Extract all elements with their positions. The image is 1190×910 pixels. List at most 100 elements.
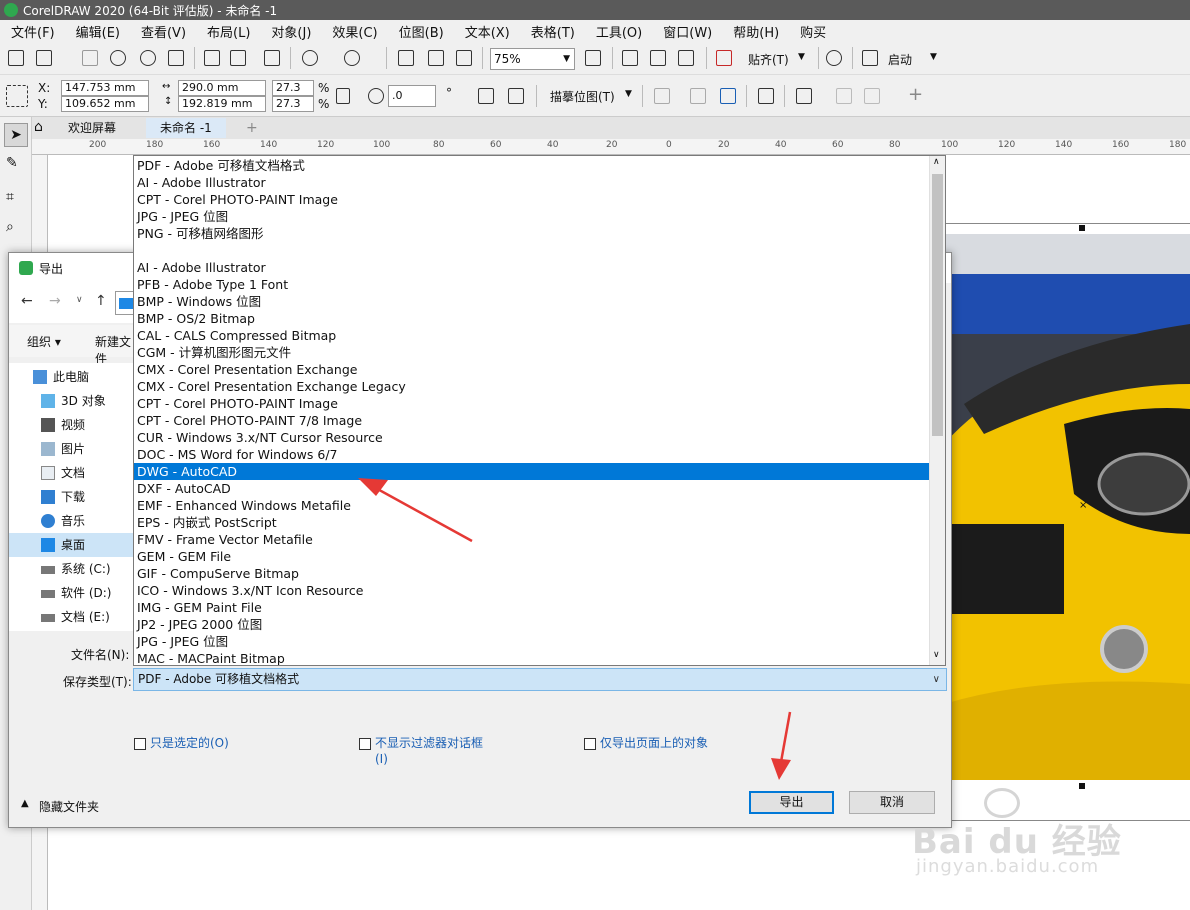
text-wrap-icon[interactable]	[796, 88, 812, 104]
scroll-down-icon[interactable]: ∨	[933, 650, 940, 660]
to-front-icon[interactable]	[836, 88, 852, 104]
menu-window[interactable]: 窗口(W)	[663, 22, 712, 41]
list-item[interactable]: IMG - GEM Paint File	[134, 599, 930, 616]
list-item[interactable]: GIF - CompuServe Bitmap	[134, 565, 930, 582]
list-item[interactable]: PDF - Adobe 可移植文档格式	[134, 157, 930, 174]
chevron-up-icon[interactable]: ▲	[21, 798, 29, 809]
back-arrow-icon[interactable]: ←	[21, 293, 33, 309]
tree-item-videos[interactable]: 视频	[9, 413, 135, 437]
forward-arrow-icon[interactable]: →	[49, 293, 61, 309]
list-item[interactable]: AI - Adobe Illustrator	[134, 174, 930, 191]
tree-item-music[interactable]: 音乐	[9, 509, 135, 533]
organize-button[interactable]: 组织 ▾	[27, 333, 61, 350]
scroll-up-icon[interactable]: ∧	[933, 157, 940, 167]
save-icon[interactable]	[82, 50, 98, 66]
copy-icon[interactable]	[230, 50, 246, 66]
car-bitmap-image[interactable]	[944, 234, 1190, 780]
trace-bitmap-dropdown[interactable]: 描摹位图(T)	[550, 88, 615, 105]
menu-table[interactable]: 表格(T)	[531, 22, 575, 41]
menu-text[interactable]: 文本(X)	[465, 22, 510, 41]
tab-document[interactable]: 未命名 -1	[146, 118, 226, 138]
list-item[interactable]: CGM - 计算机图形图元文件	[134, 344, 930, 361]
chevron-down-icon[interactable]: ∨	[76, 295, 83, 305]
resample-icon[interactable]	[720, 88, 736, 104]
rotate-icon[interactable]	[368, 88, 384, 104]
show-guidelines-icon[interactable]	[678, 50, 694, 66]
savetype-select[interactable]: PDF - Adobe 可移植文档格式 ∨	[133, 668, 947, 691]
zoom-level-select[interactable]: 75% ▼	[490, 48, 575, 70]
tab-welcome[interactable]: 欢迎屏幕	[54, 118, 131, 138]
scale-y-input[interactable]: 27.3	[272, 96, 314, 112]
menu-layout[interactable]: 布局(L)	[207, 22, 250, 41]
mirror-vertical-icon[interactable]	[508, 88, 524, 104]
paste-icon[interactable]	[264, 50, 280, 66]
list-item[interactable]: CPT - Corel PHOTO-PAINT 7/8 Image	[134, 412, 930, 429]
crop-bitmap-icon[interactable]	[654, 88, 670, 104]
undo-icon[interactable]	[302, 50, 318, 66]
selection-handle[interactable]	[1079, 225, 1085, 231]
rotation-angle-input[interactable]: .0	[388, 85, 436, 107]
list-item[interactable]: CMX - Corel Presentation Exchange	[134, 361, 930, 378]
menu-edit[interactable]: 编辑(E)	[76, 22, 120, 41]
list-item[interactable]: CUR - Windows 3.x/NT Cursor Resource	[134, 429, 930, 446]
tree-item-drive-c[interactable]: 系统 (C:)	[9, 557, 135, 581]
zoom-tool-icon[interactable]: ⌕	[6, 219, 14, 235]
x-position-input[interactable]: 147.753 mm	[61, 80, 149, 96]
frame-icon[interactable]	[758, 88, 774, 104]
list-item[interactable]: GEM - GEM File	[134, 548, 930, 565]
list-item[interactable]: ICO - Windows 3.x/NT Icon Resource	[134, 582, 930, 599]
tree-item-3d-objects[interactable]: 3D 对象	[9, 389, 135, 413]
export-button[interactable]: 导出	[749, 791, 834, 814]
no-filter-dialog-label[interactable]: 不显示过滤器对话框	[375, 735, 483, 751]
page-objects-only-checkbox[interactable]	[584, 738, 596, 750]
list-item[interactable]: PFB - Adobe Type 1 Font	[134, 276, 930, 293]
gear-icon[interactable]	[826, 50, 842, 66]
tree-item-drive-e[interactable]: 文档 (E:)	[9, 605, 135, 629]
shape-tool-icon[interactable]: ✎	[6, 155, 18, 171]
selection-handle[interactable]	[1079, 783, 1085, 789]
scrollbar-thumb[interactable]	[932, 174, 943, 436]
list-item[interactable]: CPT - Corel PHOTO-PAINT Image	[134, 395, 930, 412]
scale-x-input[interactable]: 27.3	[272, 80, 314, 96]
menu-object[interactable]: 对象(J)	[271, 22, 311, 41]
menu-bitmaps[interactable]: 位图(B)	[399, 22, 444, 41]
show-rulers-icon[interactable]	[622, 50, 638, 66]
mirror-horizontal-icon[interactable]	[478, 88, 494, 104]
new-tab-button[interactable]: +	[240, 118, 264, 138]
list-item[interactable]: JPG - JPEG 位图	[134, 208, 930, 225]
list-item-selected-dwg[interactable]: DWG - AutoCAD	[134, 463, 930, 480]
new-document-icon[interactable]	[8, 50, 24, 66]
y-position-input[interactable]: 109.652 mm	[61, 96, 149, 112]
lock-ratio-icon[interactable]	[336, 88, 350, 104]
page-objects-only-label[interactable]: 仅导出页面上的对象	[600, 735, 708, 751]
object-origin-icon[interactable]	[6, 85, 28, 107]
list-item[interactable]: DXF - AutoCAD	[134, 480, 930, 497]
launch-dropdown[interactable]: 启动	[888, 51, 912, 68]
cloud-download-icon[interactable]	[140, 50, 156, 66]
list-item[interactable]: MAC - MACPaint Bitmap	[134, 650, 930, 665]
selected-only-checkbox[interactable]	[134, 738, 146, 750]
home-icon[interactable]: ⌂	[34, 119, 43, 135]
list-item[interactable]: DOC - MS Word for Windows 6/7	[134, 446, 930, 463]
height-input[interactable]: 192.819 mm	[178, 96, 266, 112]
menu-tools[interactable]: 工具(O)	[596, 22, 642, 41]
cloud-upload-icon[interactable]	[110, 50, 126, 66]
tree-item-desktop[interactable]: 桌面	[9, 533, 135, 557]
tree-item-pictures[interactable]: 图片	[9, 437, 135, 461]
tree-item-downloads[interactable]: 下载	[9, 485, 135, 509]
import-icon[interactable]	[398, 50, 414, 66]
edit-bitmap-icon[interactable]	[690, 88, 706, 104]
publish-pdf-icon[interactable]	[456, 50, 472, 66]
no-filter-dialog-checkbox[interactable]	[359, 738, 371, 750]
add-icon[interactable]: +	[908, 84, 923, 105]
cut-icon[interactable]	[204, 50, 220, 66]
menu-file[interactable]: 文件(F)	[11, 22, 55, 41]
list-item[interactable]: FMV - Frame Vector Metafile	[134, 531, 930, 548]
list-item[interactable]: BMP - OS/2 Bitmap	[134, 310, 930, 327]
menu-buy[interactable]: 购买	[800, 22, 826, 41]
list-item[interactable]: EPS - 内嵌式 PostScript	[134, 514, 930, 531]
tree-item-this-pc[interactable]: 此电脑	[9, 365, 135, 389]
list-item[interactable]: BMP - Windows 位图	[134, 293, 930, 310]
snap-to-dropdown[interactable]: 贴齐(T)	[748, 51, 789, 68]
list-item[interactable]: AI - Adobe Illustrator	[134, 259, 930, 276]
